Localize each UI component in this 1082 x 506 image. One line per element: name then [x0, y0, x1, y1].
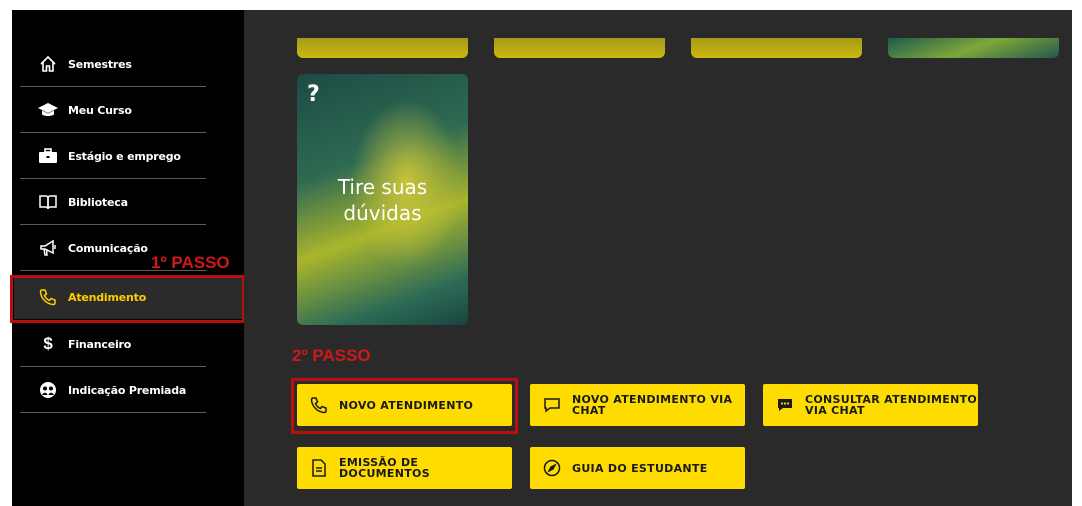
sidebar-item-financeiro[interactable]: $ Financeiro — [20, 322, 206, 367]
graduation-cap-icon — [38, 100, 58, 120]
button-label: GUIA DO ESTUDANTE — [572, 461, 708, 475]
step1-annotation: 1º PASSO — [151, 253, 230, 272]
document-icon — [309, 458, 329, 478]
home-icon — [38, 54, 58, 74]
sidebar-item-label: Biblioteca — [68, 195, 128, 209]
button-label: EMISSÃO DE DOCUMENTOS — [339, 456, 430, 480]
partial-card[interactable] — [691, 38, 862, 58]
sidebar-item-meu-curso[interactable]: Meu Curso — [20, 88, 206, 133]
card-title-line: Tire suas — [337, 175, 428, 199]
partial-card[interactable] — [297, 38, 468, 58]
book-icon — [38, 192, 58, 212]
step2-annotation: 2º PASSO — [292, 346, 371, 365]
partial-card[interactable] — [888, 38, 1059, 58]
briefcase-icon — [38, 146, 58, 166]
sidebar-item-label: Financeiro — [68, 337, 132, 351]
card-title-line: dúvidas — [343, 201, 422, 225]
card-title: Tire suas dúvidas — [297, 174, 468, 226]
compass-icon — [542, 458, 562, 478]
button-label-line: VIA CHAT — [805, 404, 865, 417]
novo-atendimento-chat-button[interactable]: NOVO ATENDIMENTO VIA CHAT — [530, 384, 745, 426]
sidebar-item-semestres[interactable]: Semestres — [20, 42, 206, 87]
emissao-documentos-button[interactable]: EMISSÃO DE DOCUMENTOS — [297, 447, 512, 489]
sidebar-item-label: Comunicação — [68, 241, 148, 255]
question-badge: ? — [307, 82, 320, 107]
guia-estudante-button[interactable]: GUIA DO ESTUDANTE — [530, 447, 745, 489]
button-label: CONSULTAR ATENDIMENTO VIA CHAT — [805, 394, 977, 416]
consultar-atendimento-chat-button[interactable]: CONSULTAR ATENDIMENTO VIA CHAT — [763, 384, 978, 426]
sidebar-item-indicacao[interactable]: Indicação Premiada — [20, 368, 206, 413]
button-label: NOVO ATENDIMENTO VIA CHAT — [572, 394, 732, 416]
step2-highlight-box — [291, 378, 518, 434]
step1-highlight-box — [10, 275, 245, 323]
chat-dots-icon — [775, 395, 795, 415]
sidebar-item-biblioteca[interactable]: Biblioteca — [20, 180, 206, 225]
dollar-icon: $ — [43, 334, 53, 353]
sidebar-item-label: Estágio e emprego — [68, 149, 181, 163]
users-icon — [38, 380, 58, 400]
sidebar-item-label: Indicação Premiada — [68, 383, 187, 397]
megaphone-icon — [38, 238, 58, 258]
partial-card[interactable] — [494, 38, 665, 58]
sidebar-item-estagio[interactable]: Estágio e emprego — [20, 134, 206, 179]
sidebar-item-label: Semestres — [68, 57, 132, 71]
sidebar-item-label: Meu Curso — [68, 103, 132, 117]
help-card[interactable]: ? Tire suas dúvidas — [297, 74, 468, 325]
chat-bubble-icon — [542, 395, 562, 415]
button-label-line: CHAT — [572, 404, 606, 417]
